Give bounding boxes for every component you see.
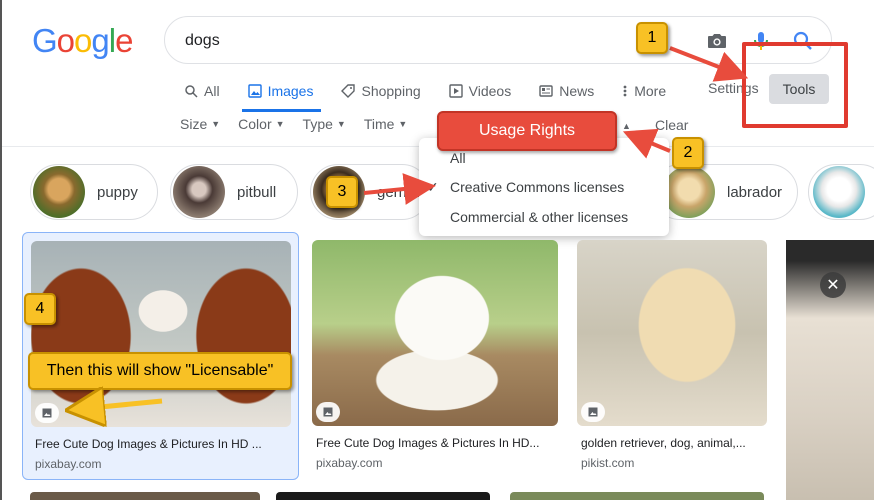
search-tabs: All Images Shopping Videos News More [184,78,694,112]
result-source[interactable]: pikist.com [581,456,634,470]
step-2-badge: 2 [672,137,704,169]
chip-puppy[interactable]: puppy [30,164,158,220]
dropdown-option-all[interactable]: All [450,150,466,166]
camera-icon[interactable] [705,29,729,53]
close-icon[interactable]: ✕ [820,272,846,298]
result-caption[interactable]: Free Cute Dog Images & Pictures In HD... [316,436,556,450]
chip-pitbull[interactable]: pitbull [170,164,298,220]
result-source[interactable]: pixabay.com [35,457,101,471]
clear-filters-link[interactable]: Clear [655,117,688,133]
search-input[interactable] [185,29,625,53]
chip-next[interactable] [808,164,874,220]
step-4-badge: 4 [24,293,56,325]
usage-rights-dropdown: All ✓ Creative Commons licenses Commerci… [419,138,669,236]
chip-label: puppy [97,183,138,201]
dropdown-option-creative-commons[interactable]: Creative Commons licenses [450,179,624,195]
caret-down-icon: ▼ [336,119,346,129]
tab-more[interactable]: More [622,78,666,112]
logo-letter: o [74,22,92,59]
result-image [510,492,764,500]
caret-up-icon: ▲ [622,121,631,131]
tag-icon [341,84,356,98]
filter-label: Time [363,116,395,132]
tab-all[interactable]: All [184,78,220,112]
logo-letter: o [56,22,75,59]
news-icon [539,85,553,97]
caret-down-icon: ▼ [275,119,285,129]
chip-thumbnail [33,166,85,218]
dropdown-option-commercial[interactable]: Commercial & other licenses [450,209,628,225]
result-source[interactable]: pixabay.com [316,456,382,470]
tab-images[interactable]: Images [241,78,322,112]
google-logo[interactable]: Google [32,22,133,60]
caret-down-icon: ▼ [398,119,408,129]
play-icon [448,84,463,98]
tab-news[interactable]: News [539,78,594,112]
result-image [312,240,558,426]
more-vert-icon [623,85,627,97]
filter-label: Type [302,116,333,132]
search-bar [164,16,832,64]
chip-thumbnail [813,166,865,218]
caret-down-icon: ▼ [211,119,221,129]
checkmark-icon: ✓ [427,179,439,195]
licensable-note: Then this will show "Licensable" [28,352,292,390]
filter-color[interactable]: Color ▼ [238,116,284,132]
image-icon [247,84,262,98]
result-image [276,492,490,500]
tab-shopping[interactable]: Shopping [341,78,421,112]
filter-label: Size [180,116,208,132]
image-type-icon [581,402,605,422]
google-images-page: Google All Images Shoppin [0,0,874,500]
tab-videos[interactable]: Videos [448,78,512,112]
result-image [31,241,291,427]
tab-label: Videos [468,83,512,99]
tab-label: Shopping [361,83,421,99]
result-image [577,240,767,426]
chip-label: pitbull [237,183,277,201]
filter-time[interactable]: Time ▼ [364,116,408,132]
result-caption[interactable]: golden retriever, dog, animal,... [581,436,771,450]
usage-rights-button[interactable]: Usage Rights [437,111,617,151]
tab-label: More [634,83,667,99]
result-image [30,492,260,500]
filter-label: Color [238,116,272,132]
filter-bar: Size ▼ Color ▼ Type ▼ Time ▼ [180,116,425,132]
result-card[interactable]: Free Cute Dog Images & Pictures In HD...… [310,232,560,480]
tab-label: Images [267,83,314,99]
result-card[interactable]: golden retriever, dog, animal,... pikist… [575,232,771,480]
search-icon [185,85,198,98]
chip-thumbnail [663,166,715,218]
image-type-icon [35,403,59,423]
filter-size[interactable]: Size ▼ [180,116,220,132]
filter-type[interactable]: Type ▼ [303,116,346,132]
image-type-icon [316,402,340,422]
tab-label: All [204,83,220,99]
chip-thumbnail [173,166,225,218]
logo-letter: g [91,22,109,59]
tools-highlight-box [742,42,848,128]
step-1-badge: 1 [636,22,668,54]
chip-label: labrador [727,183,783,201]
step-3-badge: 3 [326,176,358,208]
logo-letter: G [32,22,58,59]
result-caption[interactable]: Free Cute Dog Images & Pictures In HD ..… [35,437,295,451]
logo-letter: e [115,22,133,59]
chip-labrador[interactable]: labrador [652,164,798,220]
tab-label: News [559,83,595,99]
